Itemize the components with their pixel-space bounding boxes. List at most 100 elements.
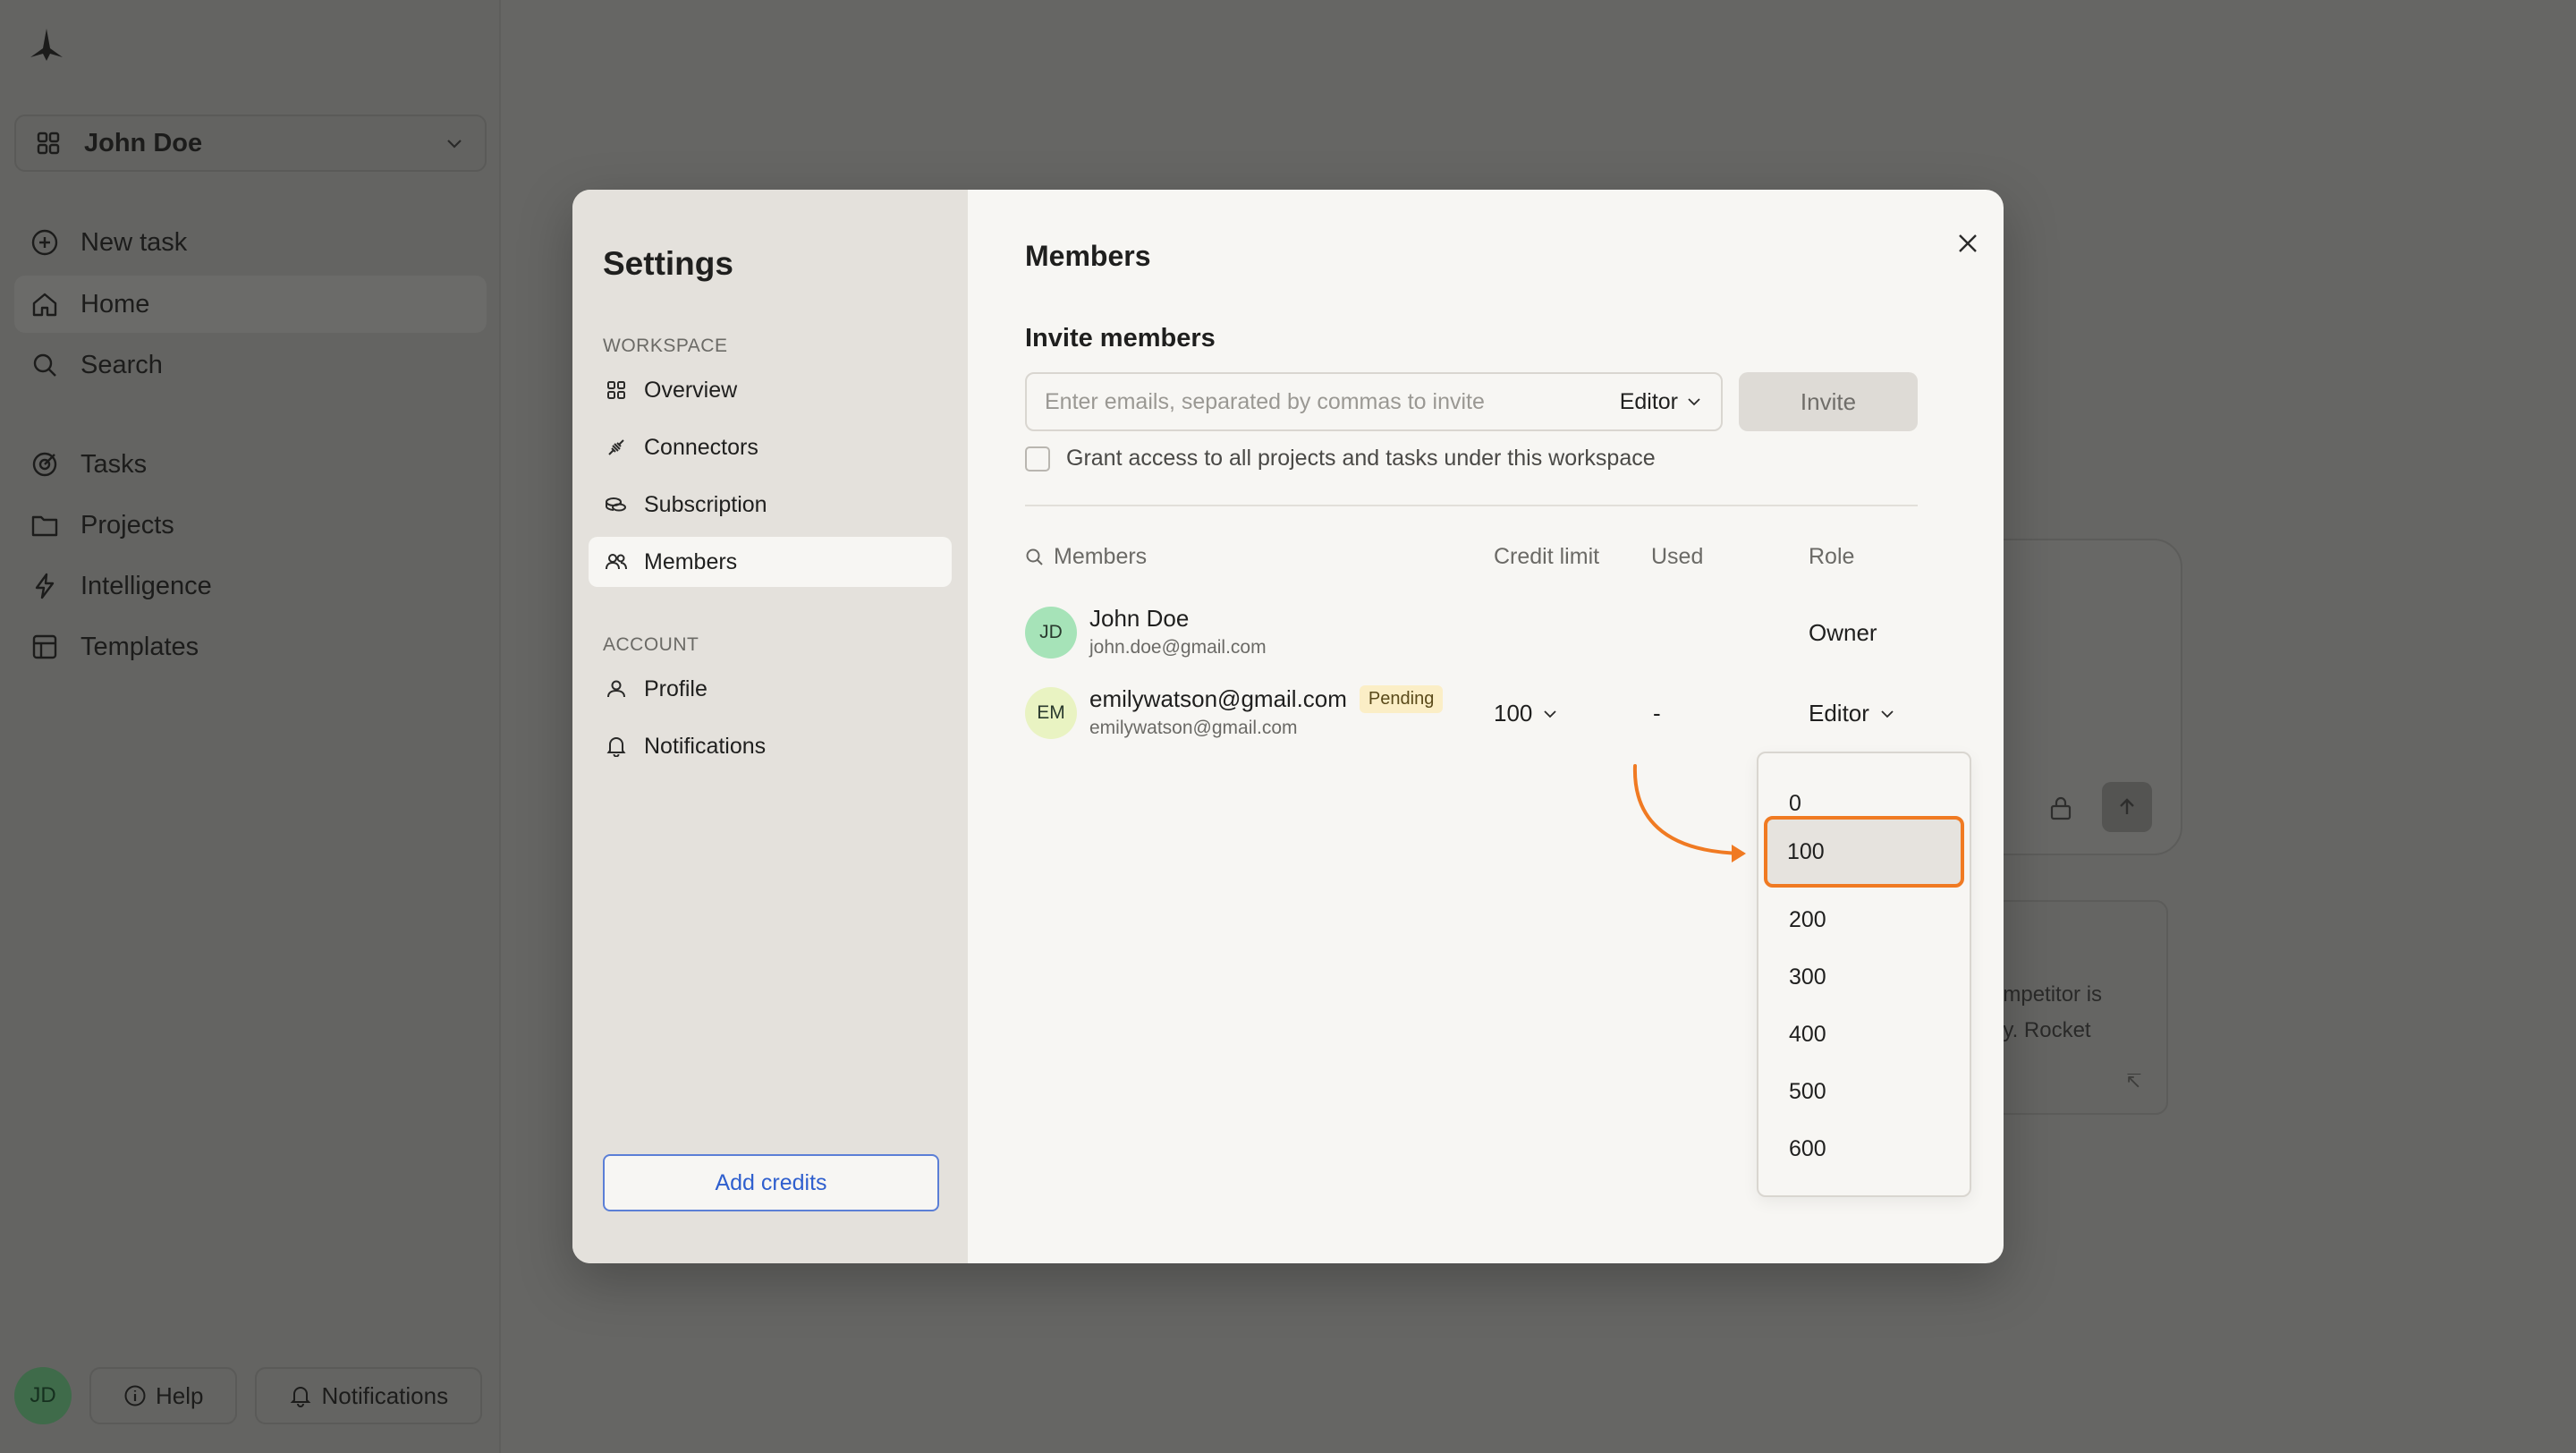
settings-item-subscription[interactable]: Subscription — [589, 480, 952, 530]
invite-button[interactable]: Invite — [1739, 372, 1918, 431]
credit-option[interactable]: 300 — [1767, 948, 1961, 1006]
bolt-icon — [29, 570, 61, 602]
callout-arrow-icon — [1632, 764, 1746, 862]
members-panel: Members Invite members Editor Invite Gra… — [968, 190, 2004, 1263]
invite-email-field[interactable]: Editor — [1025, 372, 1723, 431]
member-role-value: Editor — [1809, 700, 1869, 726]
user-avatar[interactable]: JD — [14, 1367, 72, 1424]
settings-item-notifications[interactable]: Notifications — [589, 721, 952, 771]
member-email: john.doe@gmail.com — [1089, 637, 1267, 658]
send-button — [2102, 782, 2152, 832]
settings-title: Settings — [603, 245, 733, 282]
close-button[interactable] — [1950, 225, 1986, 261]
app-sidebar: John Doe New task Home Search Tasks Proj… — [0, 0, 501, 1453]
bell-icon — [291, 1387, 311, 1407]
settings-item-label: Connectors — [644, 434, 758, 460]
expand-icon: ↸ — [2125, 1070, 2142, 1092]
help-label: Help — [156, 1381, 204, 1409]
nav-projects[interactable]: Projects — [14, 497, 487, 554]
search-icon — [1026, 548, 1043, 565]
home-icon — [29, 288, 61, 320]
bell-icon — [605, 735, 628, 758]
invite-email-input[interactable] — [1045, 388, 1620, 415]
settings-item-label: Profile — [644, 676, 708, 701]
credit-option[interactable]: 200 — [1767, 891, 1961, 948]
workspace-name: John Doe — [84, 128, 203, 157]
settings-item-label: Subscription — [644, 491, 767, 517]
target-icon — [29, 448, 61, 480]
user-icon — [605, 677, 628, 701]
nav-new-task[interactable]: New task — [14, 214, 487, 271]
member-name-text: John Doe — [1089, 605, 1190, 632]
credit-limit-select[interactable]: 100 — [1494, 700, 1559, 727]
nav-label: Intelligence — [80, 571, 212, 600]
grant-access-checkbox[interactable] — [1025, 446, 1050, 472]
app-logo-icon[interactable] — [27, 25, 66, 64]
workspace-switcher[interactable]: John Doe — [14, 115, 487, 172]
settings-modal: Settings WORKSPACE Overview Connectors S… — [572, 190, 2004, 1263]
plus-circle-icon — [29, 226, 61, 259]
chevron-down-icon — [1881, 710, 1894, 718]
credit-option[interactable]: 700 — [1767, 1176, 1961, 1196]
background-text: ompetitor is — [1991, 982, 2103, 1007]
plug-icon — [605, 436, 628, 459]
info-icon — [124, 1385, 146, 1406]
settings-item-label: Notifications — [644, 733, 767, 759]
settings-nav: Settings WORKSPACE Overview Connectors S… — [572, 190, 968, 1263]
avatar: EM — [1025, 687, 1077, 739]
credit-option[interactable]: 400 — [1767, 1006, 1961, 1063]
member-name: John Doe — [1089, 605, 1189, 633]
credit-option[interactable]: 600 — [1767, 1120, 1961, 1177]
nav-label: Search — [80, 350, 163, 379]
nav-label: Home — [80, 289, 150, 319]
divider — [1025, 505, 1918, 506]
grant-access-label: Grant access to all projects and tasks u… — [1066, 446, 1656, 471]
member-name: emilywatson@gmail.com Pending — [1089, 685, 1444, 713]
settings-item-profile[interactable]: Profile — [589, 664, 952, 714]
nav-templates[interactable]: Templates — [14, 618, 487, 676]
add-credits-button[interactable]: Add credits — [603, 1154, 939, 1211]
section-label-account: ACCOUNT — [603, 634, 699, 655]
settings-item-label: Overview — [644, 377, 738, 403]
nav-label: Tasks — [80, 449, 148, 479]
settings-item-connectors[interactable]: Connectors — [589, 422, 952, 472]
nav-tasks[interactable]: Tasks — [14, 436, 487, 493]
chevron-down-icon — [1688, 398, 1700, 406]
grid-icon — [605, 378, 628, 402]
credit-limit-value: 100 — [1494, 700, 1533, 726]
sidebar-footer: JD Help Notifications — [14, 1367, 483, 1424]
lock-icon — [2050, 796, 2072, 820]
avatar: JD — [1025, 607, 1077, 659]
credit-option[interactable]: 500 — [1767, 1063, 1961, 1120]
used-column-header: Used — [1651, 544, 1704, 569]
coins-icon — [605, 493, 628, 516]
chevron-down-icon — [1544, 710, 1557, 718]
arrow-up-icon — [2120, 798, 2134, 814]
settings-item-members[interactable]: Members — [589, 537, 952, 587]
settings-item-overview[interactable]: Overview — [589, 365, 952, 415]
help-button[interactable]: Help — [89, 1367, 238, 1424]
invite-heading: Invite members — [1025, 324, 1216, 353]
invite-role-value: Editor — [1619, 388, 1678, 414]
chevron-down-icon — [447, 140, 462, 149]
nav-intelligence[interactable]: Intelligence — [14, 557, 487, 615]
nav-label: Templates — [80, 632, 199, 661]
settings-item-label: Members — [644, 548, 738, 574]
members-column-header: Members — [1054, 544, 1148, 569]
panel-title: Members — [1025, 240, 1151, 272]
role-column-header: Role — [1809, 544, 1855, 569]
nav-search[interactable]: Search — [14, 336, 487, 394]
section-label-workspace: WORKSPACE — [603, 336, 728, 356]
grid-icon — [37, 132, 60, 155]
nav-home[interactable]: Home — [14, 276, 487, 333]
member-role-select[interactable]: Editor — [1809, 700, 1896, 727]
nav-label: Projects — [80, 510, 174, 540]
credit-option-selected[interactable]: 100 — [1764, 816, 1964, 888]
notifications-button[interactable]: Notifications — [255, 1367, 483, 1424]
credit-limit-column-header: Credit limit — [1494, 544, 1600, 569]
notifications-label: Notifications — [321, 1381, 449, 1409]
template-icon — [29, 631, 61, 663]
members-search[interactable]: Members — [1025, 544, 1147, 570]
credit-limit-dropdown: 0 100 200 300 400 500 600 700 — [1757, 752, 1971, 1197]
invite-role-select[interactable]: Editor — [1620, 389, 1721, 415]
